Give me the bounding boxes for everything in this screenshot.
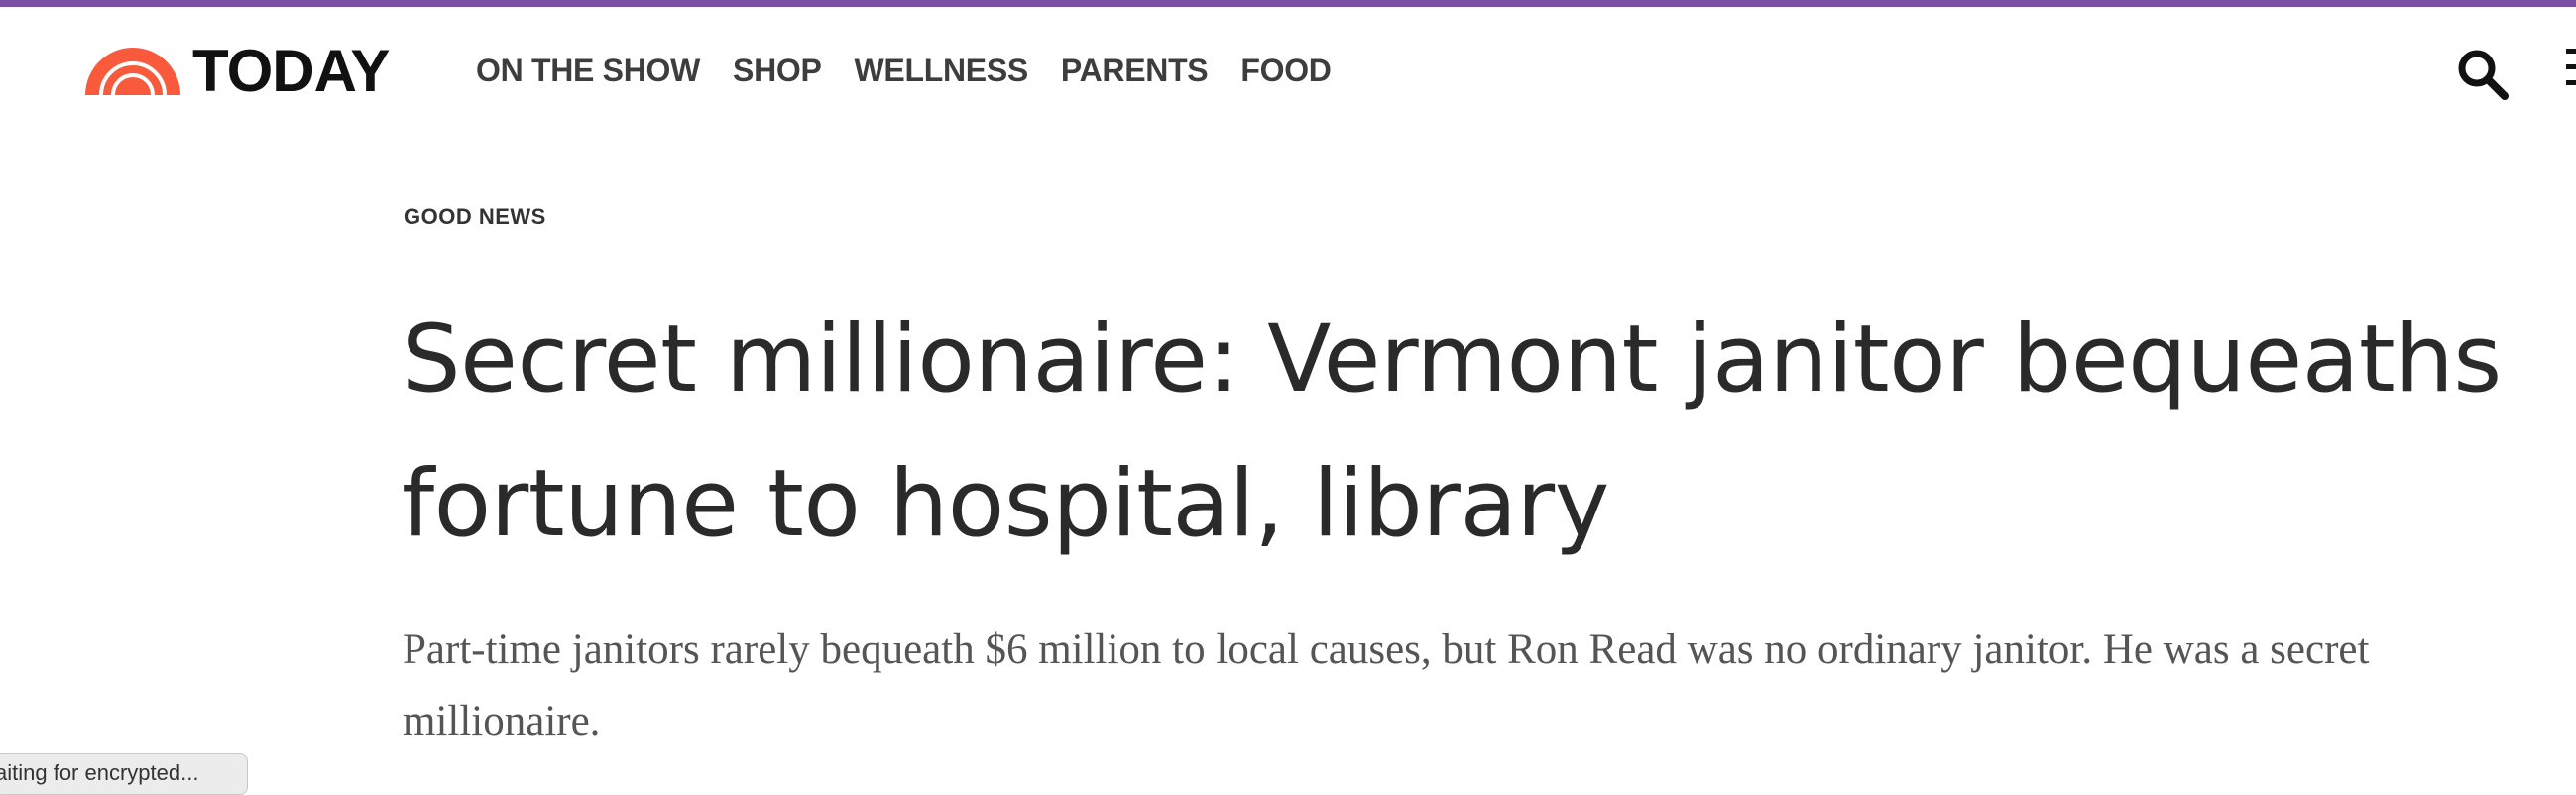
article-category[interactable]: GOOD NEWS <box>404 204 546 230</box>
brand-name: TODAY <box>192 38 390 104</box>
primary-nav: ON THE SHOW SHOP WELLNESS PARENTS FOOD <box>476 43 1364 98</box>
browser-status-bar: aiting for encrypted... <box>0 753 248 795</box>
article-headline: Secret millionaire: Vermont janitor bequ… <box>402 305 2502 558</box>
nav-item-shop[interactable]: SHOP <box>733 43 822 98</box>
nav-item-on-the-show[interactable]: ON THE SHOW <box>476 43 700 98</box>
search-icon <box>2458 50 2509 100</box>
nav-item-parents[interactable]: PARENTS <box>1061 43 1209 98</box>
site-header: TODAY ON THE SHOW SHOP WELLNESS PARENTS … <box>0 7 2576 121</box>
nav-item-food[interactable]: FOOD <box>1240 43 1332 98</box>
article-dek: Part-time janitors rarely bequeath $6 mi… <box>403 626 2370 744</box>
nav-item-wellness[interactable]: WELLNESS <box>855 43 1029 98</box>
today-rainbow-logo-icon <box>85 48 180 95</box>
hamburger-menu-icon[interactable] <box>2566 49 2576 98</box>
today-logo-link[interactable]: TODAY <box>85 37 390 106</box>
search-button[interactable] <box>2455 47 2511 102</box>
top-accent-bar <box>0 0 2576 7</box>
